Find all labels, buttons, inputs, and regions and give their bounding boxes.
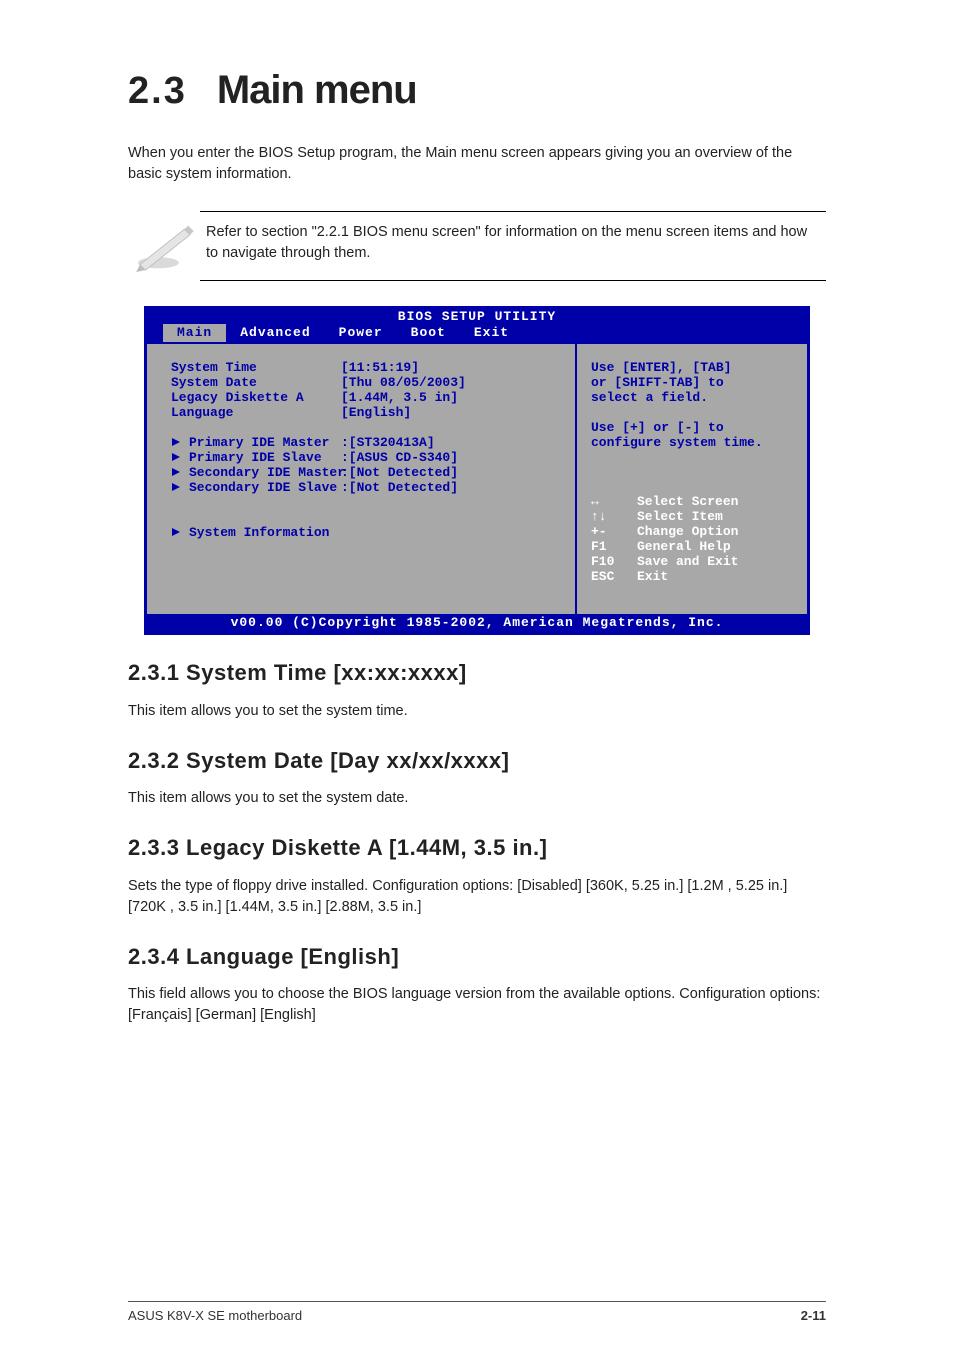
page-heading: 2.3 Main menu [128, 68, 826, 113]
section-heading: 2.3.2 System Date [Day xx/xx/xxxx] [128, 748, 826, 774]
bios-submenu[interactable]: System Information [171, 525, 563, 540]
bios-submenu[interactable]: Primary IDE Master:[ST320413A] [171, 435, 563, 450]
bios-tab-power[interactable]: Power [325, 324, 397, 342]
section-heading: 2.3.4 Language [English] [128, 944, 826, 970]
section-body: Sets the type of floppy drive installed.… [128, 876, 826, 918]
footer-page-number: 2-11 [801, 1308, 826, 1323]
section-heading: 2.3.1 System Time [xx:xx:xxxx] [128, 660, 826, 686]
heading-number: 2.3 [128, 70, 187, 112]
bios-field[interactable]: System Date[Thu 08/05/2003] [171, 375, 563, 390]
note-block: Refer to section "2.2.1 BIOS menu screen… [128, 211, 826, 281]
section-body: This item allows you to set the system d… [128, 788, 826, 809]
bios-main-panel: System Time[11:51:19] System Date[Thu 08… [147, 344, 577, 614]
intro-paragraph: When you enter the BIOS Setup program, t… [128, 143, 826, 185]
bios-field[interactable]: Language[English] [171, 405, 563, 420]
bios-submenu[interactable]: Secondary IDE Master:[Not Detected] [171, 465, 563, 480]
bios-copyright: v00.00 (C)Copyright 1985-2002, American … [147, 614, 807, 632]
bios-menubar: Main Advanced Power Boot Exit [147, 324, 807, 342]
triangle-right-icon [171, 527, 181, 537]
bios-submenu[interactable]: Primary IDE Slave:[ASUS CD-S340] [171, 450, 563, 465]
pencil-note-icon [128, 220, 200, 272]
section-body: This item allows you to set the system t… [128, 701, 826, 722]
note-text: Refer to section "2.2.1 BIOS menu screen… [200, 211, 826, 281]
bios-help-panel: Use [ENTER], [TAB] or [SHIFT-TAB] to sel… [577, 344, 807, 614]
heading-title: Main menu [217, 68, 417, 112]
section-body: This field allows you to choose the BIOS… [128, 984, 826, 1026]
bios-field[interactable]: System Time[11:51:19] [171, 360, 563, 375]
triangle-right-icon [171, 467, 181, 477]
bios-title: BIOS SETUP UTILITY [147, 309, 807, 324]
bios-tab-advanced[interactable]: Advanced [226, 324, 324, 342]
bios-tab-main[interactable]: Main [163, 324, 226, 342]
page-footer: ASUS K8V-X SE motherboard 2-11 [128, 1301, 826, 1323]
bios-help-text: Use [ENTER], [TAB] or [SHIFT-TAB] to sel… [591, 360, 797, 450]
bios-tab-boot[interactable]: Boot [397, 324, 460, 342]
bios-titlebar: BIOS SETUP UTILITY Main Advanced Power B… [147, 309, 807, 342]
section-heading: 2.3.3 Legacy Diskette A [1.44M, 3.5 in.] [128, 835, 826, 861]
bios-screenshot: BIOS SETUP UTILITY Main Advanced Power B… [145, 307, 809, 634]
triangle-right-icon [171, 437, 181, 447]
bios-submenu[interactable]: Secondary IDE Slave:[Not Detected] [171, 480, 563, 495]
triangle-right-icon [171, 452, 181, 462]
bios-key-legend: ↔Select Screen ↑↓Select Item +-Change Op… [591, 494, 797, 584]
footer-left: ASUS K8V-X SE motherboard [128, 1308, 302, 1323]
bios-tab-exit[interactable]: Exit [460, 324, 523, 342]
triangle-right-icon [171, 482, 181, 492]
bios-field[interactable]: Legacy Diskette A[1.44M, 3.5 in] [171, 390, 563, 405]
